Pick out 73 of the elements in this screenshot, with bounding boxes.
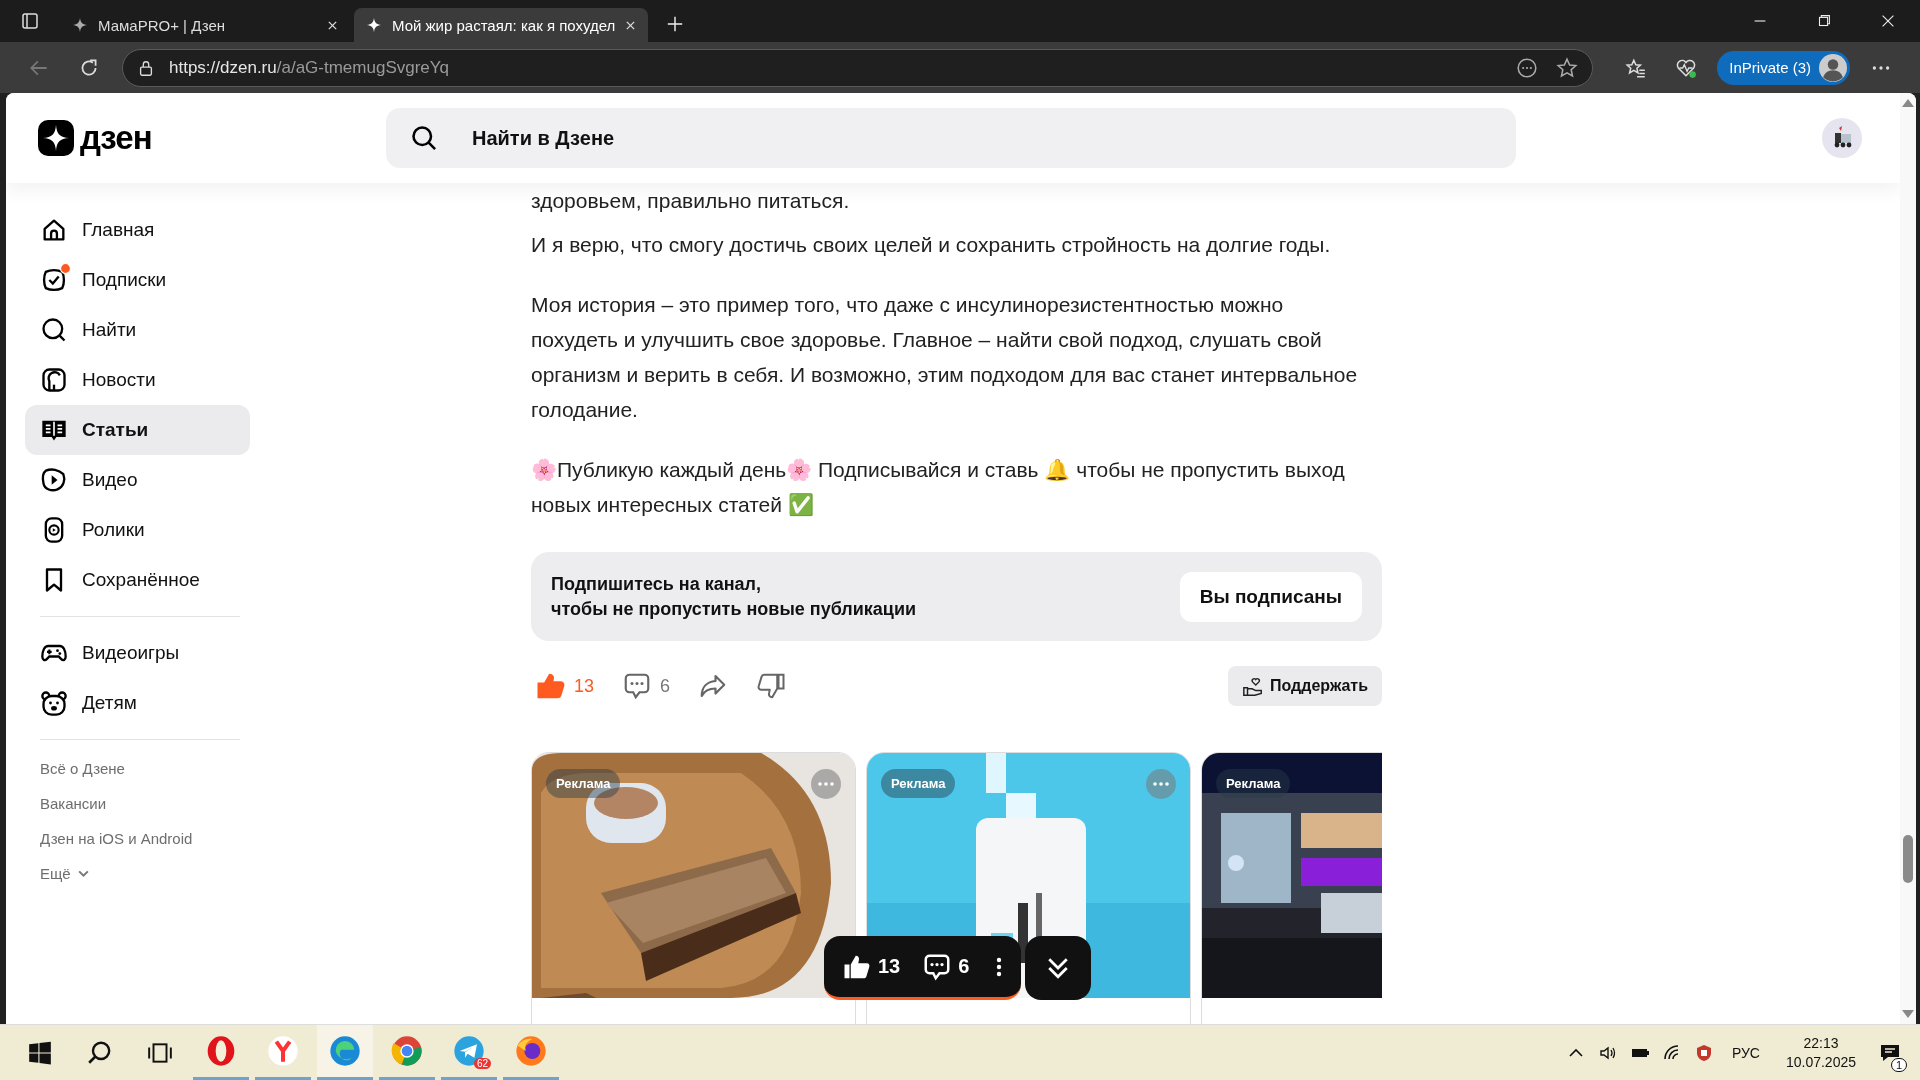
- footer-link[interactable]: Дзен на iOS и Android: [25, 821, 193, 856]
- bear-icon: [40, 689, 68, 717]
- sidebar-item[interactable]: Детям: [25, 678, 250, 728]
- favorites-icon[interactable]: [1625, 56, 1648, 79]
- taskbar-app[interactable]: [317, 1025, 373, 1080]
- search-icon: [40, 316, 68, 344]
- comments-button[interactable]: 6: [622, 671, 671, 701]
- article-paragraph: Моя история – это пример того, что даже с инсулинорезистентностью можно похудеть и улучшить свое здоровье. Главное – найти свой подход, слушать свой организм и верить в себя. И возможно, этим подходом для вас станет интервальное голодание.: [531, 292, 1359, 423]
- notification-center-button[interactable]: 1: [1870, 1025, 1910, 1080]
- ad-card[interactable]: Реклама: [531, 752, 856, 1024]
- subscribed-button[interactable]: Вы подписаны: [1179, 571, 1362, 622]
- start-icon[interactable]: [27, 1039, 53, 1066]
- close-icon[interactable]: [625, 19, 637, 31]
- news-icon: [40, 366, 68, 394]
- ad-label: Реклама: [1216, 769, 1291, 798]
- article-paragraph: И я верю, что смогу достичь своих целей и сохранить стройность на долгие годы.: [531, 232, 1332, 258]
- subscribe-text: Подпишитесь на канал, чтобы не пропустить новые публикации: [551, 572, 918, 621]
- sidebar-item[interactable]: Сохранённое: [25, 555, 250, 605]
- y-letter-icon[interactable]: [267, 1035, 299, 1067]
- ad-card[interactable]: Реклама: [1201, 752, 1382, 1024]
- fox-icon[interactable]: [515, 1035, 547, 1067]
- ring-icon[interactable]: [205, 1035, 237, 1067]
- footer-link[interactable]: Вакансии: [25, 786, 107, 821]
- sidebar-item[interactable]: Статьи: [25, 405, 250, 455]
- sparkle-icon: [72, 17, 88, 33]
- sidebar-item[interactable]: Видео: [25, 455, 250, 505]
- sidebar-item[interactable]: Главная: [25, 205, 250, 255]
- clock[interactable]: 22:13 10.07.2025: [1785, 1033, 1856, 1072]
- browser-tab[interactable]: МамаPRO+ | Дзен: [60, 8, 350, 42]
- unread-badge: 62: [473, 1058, 491, 1069]
- sidebar-item[interactable]: Найти: [25, 305, 250, 355]
- avatar-icon: [1819, 53, 1847, 82]
- language-indicator[interactable]: РУС: [1731, 1044, 1760, 1061]
- logo-text[interactable]: дзен: [80, 119, 152, 157]
- taskbar-app[interactable]: 62: [441, 1025, 497, 1080]
- sidebar-item[interactable]: Ролики: [25, 505, 250, 555]
- star-icon[interactable]: [1556, 56, 1579, 79]
- ad-label: Реклама: [546, 769, 621, 798]
- sparkle-icon: [366, 17, 382, 33]
- close-icon[interactable]: [327, 19, 338, 31]
- browser-tab[interactable]: Мой жир растаял: как я похудел: [354, 8, 649, 42]
- sidebar-item[interactable]: Новости: [25, 355, 250, 405]
- video-icon: [40, 466, 68, 494]
- wave-icon[interactable]: [329, 1035, 361, 1067]
- new-tab-icon[interactable]: [666, 15, 685, 33]
- inprivate-button[interactable]: InPrivate (3): [1717, 50, 1850, 85]
- article-paragraph: здоровьем, правильно питаться.: [531, 188, 851, 214]
- avatar-icon[interactable]: [1822, 118, 1862, 158]
- scroll-down-button[interactable]: [1025, 936, 1092, 1000]
- sidebar-item[interactable]: Подписки: [25, 255, 250, 305]
- lock-icon[interactable]: [137, 58, 155, 77]
- sidebar-item[interactable]: Видеоигры: [25, 628, 250, 678]
- footer-link[interactable]: Всё о Дзене: [25, 751, 125, 786]
- wheel-icon[interactable]: [391, 1035, 423, 1067]
- more-icon[interactable]: [1516, 56, 1539, 79]
- comments-button[interactable]: 6: [922, 951, 970, 982]
- scroll-down-icon[interactable]: [1902, 1010, 1914, 1018]
- article-paragraph: 🌸Публикую каждый день🌸 Подписывайся и ставь 🔔 чтобы не пропустить выход новых интересных статей ✅: [531, 457, 1346, 518]
- hand-heart-icon[interactable]: [1242, 675, 1265, 697]
- support-button[interactable]: Поддержать: [1228, 666, 1382, 706]
- ad-label: Реклама: [881, 769, 956, 798]
- scrollbar-thumb[interactable]: [1903, 835, 1913, 883]
- address-field[interactable]: https://dzen.ru/a/aG-tmemugSvgreYq: [122, 48, 1594, 87]
- scroll-up-icon[interactable]: [1902, 99, 1914, 107]
- dislike-icon[interactable]: [756, 671, 787, 701]
- search-icon[interactable]: [87, 1039, 113, 1066]
- search-field[interactable]: Найти в Дзене: [386, 108, 1516, 168]
- tab-actions-icon[interactable]: [20, 11, 40, 31]
- search-icon[interactable]: [410, 124, 438, 152]
- logo-icon[interactable]: [38, 120, 74, 156]
- subs-icon: [40, 266, 68, 294]
- more-link[interactable]: Ещё: [25, 856, 90, 891]
- thumbs-up-icon[interactable]: [536, 671, 566, 701]
